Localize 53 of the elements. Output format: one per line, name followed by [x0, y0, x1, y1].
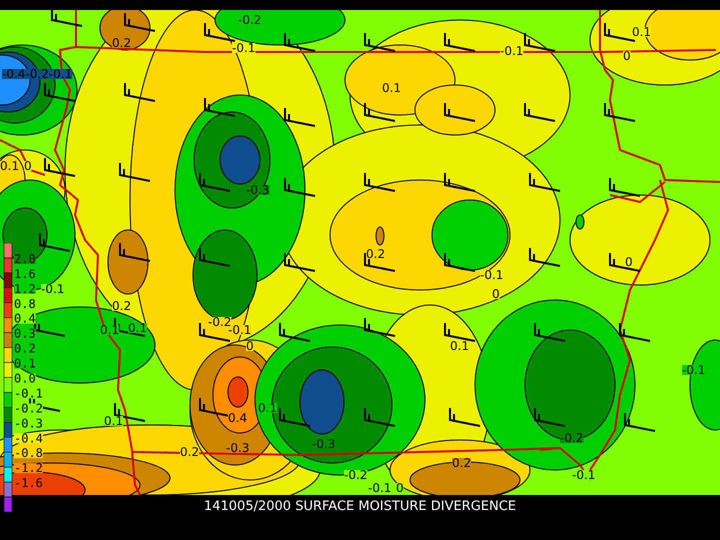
legend-label: 0.3 — [14, 326, 36, 341]
contour-label: 0.1 — [450, 339, 470, 353]
contour-label: -0.2 — [560, 431, 584, 445]
contour-label: -0.3 — [226, 441, 250, 455]
legend-label: -0.3 — [14, 416, 43, 430]
legend-label: 1.2 — [14, 282, 36, 296]
contour-label: -0.1 — [682, 363, 706, 377]
legend-label: 0.2 — [14, 342, 36, 356]
legend-label: 0.4 — [14, 312, 36, 326]
legend-label: -0.1 — [14, 386, 43, 400]
contour-label: 0 — [492, 287, 500, 301]
contour-label: -0.1 — [572, 468, 596, 482]
contour-label: 0 — [246, 339, 254, 353]
contour-label: 0.2 — [112, 36, 132, 50]
legend-label: -0.4 — [14, 431, 43, 446]
contour-label: 0.1 — [632, 25, 652, 39]
contour-label: -0.1 — [228, 323, 252, 337]
legend-label: -1.2 — [14, 461, 43, 476]
legend-label: 0.8 — [14, 296, 36, 311]
contour-label: 0.2 — [452, 456, 472, 470]
legend-label: 1.6 — [14, 266, 36, 281]
contour-label: -0.4-0.2-0.1 — [2, 67, 72, 81]
contour-label: 0 — [625, 255, 633, 269]
legend-label: 0.0 — [14, 372, 36, 386]
contour-label: 0.2 — [366, 247, 386, 261]
contour-label: 0.1 — [0, 159, 20, 173]
contour-label: 0.1 — [258, 401, 278, 415]
legend-label: 2.0 — [14, 252, 36, 266]
contour-label: 0 — [396, 481, 404, 495]
contour-label: -0.1 — [480, 268, 504, 282]
contour-label: 0.1 — [100, 323, 120, 337]
contour-label: 0.1 — [382, 81, 402, 95]
contour-label: 0.1 — [128, 321, 148, 335]
contour-label: 0 — [24, 159, 32, 173]
contour-label: 0 — [623, 49, 631, 63]
contour-label: -0.1 — [41, 282, 64, 296]
contour-label: 0.2 — [112, 299, 132, 313]
contour-label: 0.4 — [228, 411, 248, 425]
contour-label: -0.1 — [232, 41, 256, 55]
contour-label: -0.2 — [238, 13, 262, 27]
map-title: 141005/2000 SURFACE MOISTURE DIVERGENCE — [202, 500, 518, 513]
legend-label: 0.1 — [14, 356, 36, 371]
contour-label: 0.2 — [180, 445, 200, 459]
contour-label: -0.3 — [246, 183, 270, 197]
legend-label: -0.2 — [14, 401, 43, 416]
contour-label: -0.3 — [312, 437, 336, 451]
legend-label: -0.8 — [14, 446, 43, 460]
contour-label: -0.2 — [344, 468, 368, 482]
contour-label: -0.1 — [368, 481, 392, 495]
contour-label: -0.1 — [500, 44, 524, 58]
contour-label: -0.2 — [208, 315, 232, 329]
contour-label: 0.1 — [104, 414, 124, 428]
legend-label: -1.6 — [14, 476, 43, 490]
